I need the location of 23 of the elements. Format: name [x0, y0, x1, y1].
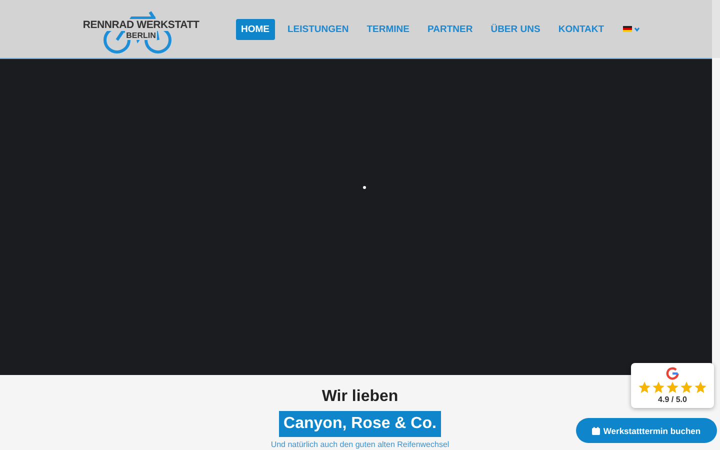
loading-indicator — [363, 186, 366, 189]
google-logo-icon — [666, 367, 679, 380]
highlight-heading: Canyon, Rose & Co. — [278, 411, 442, 437]
logo-text: RENNRAD WERKSTATT — [82, 18, 200, 30]
nav-link[interactable]: HOME — [236, 18, 274, 40]
star-icon — [666, 381, 679, 394]
star-icon — [694, 381, 707, 394]
section-subtext: Und natürlich auch den guten alten Reifenwechsel — [270, 440, 450, 449]
nav-link[interactable]: KONTAKT — [553, 18, 610, 40]
rating-badge[interactable]: 4.9 / 5.0 — [631, 363, 714, 408]
nav-link[interactable]: TERMINE — [362, 18, 414, 40]
flag-icon[interactable] — [623, 26, 632, 32]
star-icon — [638, 381, 651, 394]
nav-link[interactable]: PARTNER — [422, 18, 478, 40]
nav-link[interactable]: ÜBER UNS — [486, 18, 546, 40]
chevron-down-icon[interactable] — [634, 26, 640, 32]
rating-score: 4.9 / 5.0 — [658, 395, 687, 404]
nav-link[interactable]: LEISTUNGEN — [282, 18, 354, 40]
star-icon — [680, 381, 693, 394]
star-icon — [652, 381, 665, 394]
booking-button[interactable]: Werkstatttermin buchen — [576, 418, 717, 443]
section-heading: Wir lieben — [322, 388, 398, 406]
calendar-icon — [592, 426, 600, 434]
